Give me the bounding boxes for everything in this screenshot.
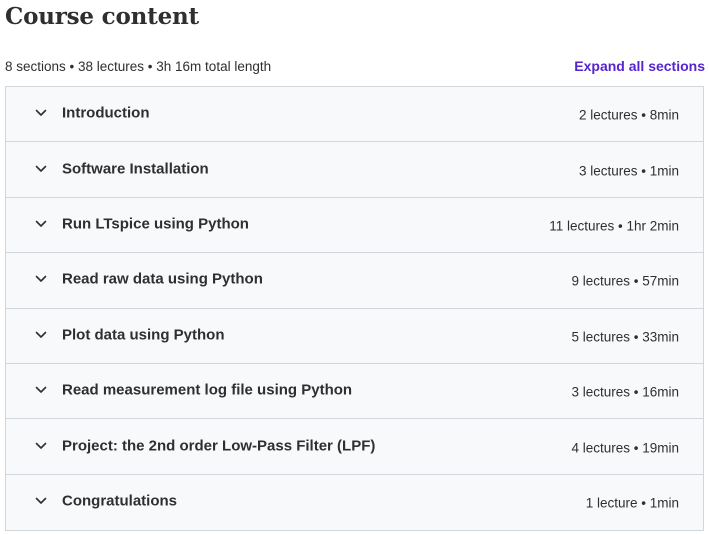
section-panel[interactable]: Run LTspice using Python 11 lectures • 1… (6, 197, 703, 254)
expand-all-sections-button[interactable]: Expand all sections (574, 58, 705, 74)
section-panel[interactable]: Read raw data using Python 9 lectures • … (6, 253, 703, 309)
chevron-down-icon (34, 162, 48, 176)
section-panel[interactable]: Project: the 2nd order Low-Pass Filter (… (6, 419, 703, 475)
section-title: Read measurement log file using Python (62, 381, 353, 399)
section-title: Run LTspice using Python (62, 215, 249, 233)
chevron-down-icon (34, 383, 48, 397)
section-title: Introduction (62, 104, 150, 122)
section-panel[interactable]: Introduction 2 lectures • 8min (6, 87, 703, 143)
section-meta: 4 lectures • 19min (571, 439, 679, 455)
chevron-down-icon (34, 494, 48, 508)
section-title: Plot data using Python (62, 326, 225, 344)
page-title: Course content (5, 3, 199, 30)
section-meta: 3 lectures • 1min (578, 162, 679, 178)
section-meta: 9 lectures • 57min (571, 273, 679, 289)
chevron-down-icon (34, 328, 48, 342)
section-title: Read raw data using Python (62, 271, 263, 289)
section-meta: 11 lectures • 1hr 2min (549, 218, 679, 234)
section-panel[interactable]: Plot data using Python 5 lectures • 33mi… (6, 308, 703, 364)
course-content-meta: 8 sections • 38 lectures • 3h 16m total … (5, 56, 705, 76)
section-title: Software Installation (62, 160, 209, 178)
section-list: Introduction 2 lectures • 8min Software … (5, 86, 704, 532)
section-meta: 5 lectures • 33min (571, 329, 679, 344)
chevron-down-icon (34, 272, 48, 286)
chevron-down-icon (34, 439, 48, 453)
section-meta: 2 lectures • 8min (578, 107, 679, 123)
section-panel[interactable]: Congratulations 1 lecture • 1min (6, 474, 703, 531)
section-meta: 1 lecture • 1min (585, 495, 679, 511)
course-summary: 8 sections • 38 lectures • 3h 16m total … (5, 58, 272, 74)
section-title: Project: the 2nd order Low-Pass Filter (… (62, 437, 376, 455)
section-panel[interactable]: Read measurement log file using Python 3… (6, 363, 703, 420)
chevron-down-icon (34, 106, 48, 120)
section-title: Congratulations (62, 493, 177, 511)
section-meta: 3 lectures • 16min (571, 384, 679, 400)
chevron-down-icon (34, 217, 48, 231)
section-panel[interactable]: Software Installation 3 lectures • 1min (6, 142, 703, 198)
